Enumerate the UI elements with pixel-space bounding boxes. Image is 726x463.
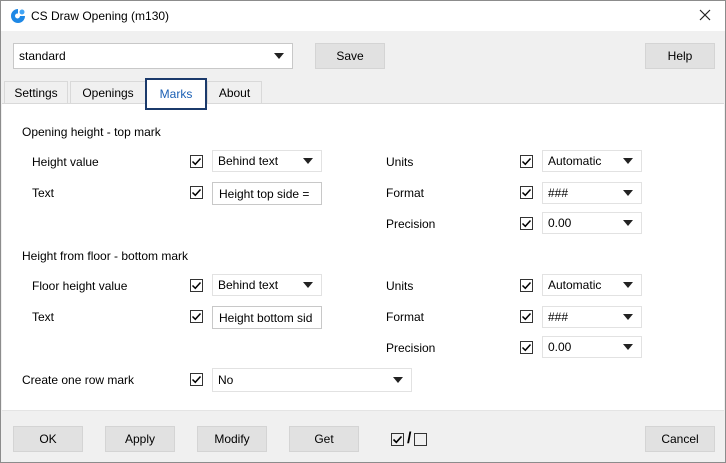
bottom-precision-checkbox[interactable]: [520, 341, 533, 354]
dialog-window: CS Draw Opening (m130) standard Save Hel…: [0, 0, 726, 463]
checkmark-icon: [521, 312, 532, 321]
height-value-checkbox[interactable]: [190, 155, 203, 168]
ok-button[interactable]: OK: [13, 426, 83, 452]
one-row-mark-value: No: [218, 373, 234, 387]
floor-height-value-checkbox[interactable]: [190, 279, 203, 292]
modify-button[interactable]: Modify: [197, 426, 267, 452]
top-units-select[interactable]: Automatic: [542, 150, 642, 172]
floor-height-value-label: Floor height value: [32, 279, 128, 293]
checkmark-icon: [191, 157, 202, 166]
get-button[interactable]: Get: [289, 426, 359, 452]
one-row-mark-checkbox[interactable]: [190, 373, 203, 386]
bottom-format-value: ###: [548, 310, 569, 324]
checkmark-icon: [521, 188, 532, 197]
one-row-mark-select[interactable]: No: [212, 368, 412, 392]
top-precision-select[interactable]: 0.00: [542, 212, 642, 234]
checkmark-icon: [521, 157, 532, 166]
checkmark-icon: [521, 281, 532, 290]
bottom-precision-select[interactable]: 0.00: [542, 336, 642, 358]
bottom-units-value: Automatic: [548, 278, 602, 292]
apply-button[interactable]: Apply: [105, 426, 175, 452]
close-button[interactable]: [685, 1, 725, 31]
checkmark-icon: [191, 281, 202, 290]
top-units-value: Automatic: [548, 154, 602, 168]
bottom-format-select[interactable]: ###: [542, 306, 642, 328]
top-precision-checkbox[interactable]: [520, 217, 533, 230]
save-button[interactable]: Save: [315, 43, 385, 69]
checked-box-icon: [391, 432, 404, 446]
bottom-units-checkbox[interactable]: [520, 279, 533, 292]
cancel-button[interactable]: Cancel: [645, 426, 715, 452]
bottom-text-checkbox[interactable]: [190, 310, 203, 323]
chevron-down-icon: [623, 282, 633, 288]
chevron-down-icon: [303, 158, 313, 164]
preset-value: standard: [19, 49, 66, 63]
top-units-label: Units: [386, 155, 414, 169]
top-precision-value: 0.00: [548, 216, 572, 230]
top-text-checkbox[interactable]: [190, 186, 203, 199]
tab-openings[interactable]: Openings: [70, 81, 146, 104]
title-bar: CS Draw Opening (m130): [1, 1, 725, 31]
chevron-down-icon: [393, 377, 403, 383]
cs-app-icon: [10, 8, 26, 24]
top-format-checkbox[interactable]: [520, 186, 533, 199]
top-mark-heading: Opening height - top mark: [22, 125, 161, 139]
toggle-separator: /: [407, 430, 412, 447]
top-format-select[interactable]: ###: [542, 182, 642, 204]
chevron-down-icon: [303, 282, 313, 288]
tab-about[interactable]: About: [207, 81, 262, 104]
floor-height-value-select[interactable]: Behind text: [212, 274, 322, 296]
one-row-mark-label: Create one row mark: [22, 373, 135, 387]
close-icon: [699, 9, 711, 24]
unchecked-box-icon: [414, 432, 428, 446]
window-title: CS Draw Opening (m130): [31, 9, 170, 23]
tab-marks[interactable]: Marks: [145, 78, 207, 110]
bottom-precision-value: 0.00: [548, 340, 572, 354]
height-value-select[interactable]: Behind text: [212, 150, 322, 172]
chevron-down-icon: [623, 190, 633, 196]
checkmark-icon: [191, 375, 202, 384]
checkmark-icon: [191, 188, 202, 197]
bottom-format-checkbox[interactable]: [520, 310, 533, 323]
floor-height-value-option: Behind text: [218, 278, 279, 292]
checkmark-icon: [521, 343, 532, 352]
top-format-value: ###: [548, 186, 569, 200]
chevron-down-icon: [623, 158, 633, 164]
bottom-mark-heading: Height from floor - bottom mark: [22, 249, 189, 263]
preset-select[interactable]: standard: [13, 43, 293, 69]
marks-panel: Opening height - top mark Height value B…: [2, 103, 724, 411]
chevron-down-icon: [623, 314, 633, 320]
bottom-text-input[interactable]: Height bottom sid: [212, 306, 322, 329]
bottom-text-label: Text: [32, 310, 55, 324]
help-button[interactable]: Help: [645, 43, 715, 69]
height-value-option: Behind text: [218, 154, 279, 168]
bottom-units-select[interactable]: Automatic: [542, 274, 642, 296]
top-format-label: Format: [386, 186, 425, 200]
tab-settings[interactable]: Settings: [4, 81, 68, 104]
chevron-down-icon: [623, 220, 633, 226]
height-value-label: Height value: [32, 155, 99, 169]
bottom-precision-label: Precision: [386, 341, 436, 355]
check-toggle-all[interactable]: /: [391, 430, 441, 448]
top-precision-label: Precision: [386, 217, 436, 231]
bottom-format-label: Format: [386, 310, 425, 324]
top-text-label: Text: [32, 186, 55, 200]
chevron-down-icon: [274, 53, 284, 59]
top-units-checkbox[interactable]: [520, 155, 533, 168]
bottom-units-label: Units: [386, 279, 414, 293]
top-text-input[interactable]: Height top side =: [212, 182, 322, 205]
checkmark-icon: [521, 219, 532, 228]
chevron-down-icon: [623, 344, 633, 350]
checkmark-icon: [191, 312, 202, 321]
